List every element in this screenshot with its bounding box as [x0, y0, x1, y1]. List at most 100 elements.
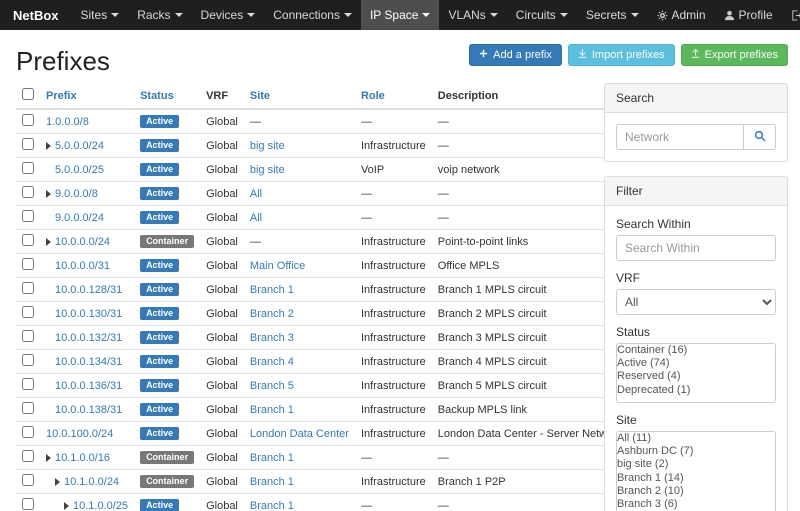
- row-checkbox[interactable]: [22, 282, 34, 294]
- prefix-link[interactable]: 10.0.0.136/31: [55, 380, 122, 392]
- description-cell: —: [432, 494, 629, 511]
- prefix-link[interactable]: 10.1.0.0/24: [64, 476, 119, 488]
- row-checkbox[interactable]: [22, 426, 34, 438]
- nav-item-circuits[interactable]: Circuits: [507, 0, 577, 30]
- site-link[interactable]: Branch 4: [250, 356, 294, 368]
- column-header-prefix[interactable]: Prefix: [46, 90, 77, 102]
- role-cell: Infrastructure: [355, 398, 432, 422]
- site-link[interactable]: Branch 1: [250, 476, 294, 488]
- table-row: 10.0.0.0/31 Active Global Main Office In…: [16, 254, 628, 278]
- nav-item-devices[interactable]: Devices: [192, 0, 265, 30]
- vrf-select[interactable]: All: [616, 289, 776, 315]
- role-cell: Infrastructure: [355, 422, 432, 446]
- select-all-checkbox[interactable]: [22, 88, 34, 100]
- site-option[interactable]: Ashburn DC (7): [617, 445, 775, 458]
- description-cell: voip network: [432, 158, 629, 182]
- row-checkbox[interactable]: [22, 210, 34, 222]
- site-option[interactable]: Branch 3 (6): [617, 498, 775, 511]
- site-link[interactable]: Branch 3: [250, 332, 294, 344]
- prefix-link[interactable]: 10.0.0.0/24: [55, 236, 110, 248]
- nav-item-profile[interactable]: Profile: [715, 0, 782, 30]
- prefix-link[interactable]: 10.0.0.134/31: [55, 356, 122, 368]
- nav-item-racks[interactable]: Racks: [128, 0, 191, 30]
- description-cell: London Data Center - Server Network: [432, 422, 629, 446]
- role-cell: VoIP: [355, 158, 432, 182]
- nav-item-vlans[interactable]: VLANs: [439, 0, 506, 30]
- row-checkbox[interactable]: [22, 186, 34, 198]
- prefix-link[interactable]: 9.0.0.0/24: [55, 212, 104, 224]
- site-link[interactable]: big site: [250, 164, 285, 176]
- prefix-link[interactable]: 10.1.0.0/25: [73, 500, 128, 511]
- import-prefixes-button[interactable]: Import prefixes: [568, 44, 675, 66]
- nav-item-admin[interactable]: Admin: [648, 0, 715, 30]
- prefix-link[interactable]: 10.0.0.138/31: [55, 404, 122, 416]
- status-filter-listbox[interactable]: Container (16) Active (74) Reserved (4) …: [616, 343, 776, 403]
- nav-item-secrets[interactable]: Secrets: [577, 0, 648, 30]
- prefix-link[interactable]: 10.1.0.0/16: [55, 452, 110, 464]
- search-input[interactable]: [616, 124, 744, 150]
- chevron-down-icon: [422, 13, 430, 17]
- row-checkbox[interactable]: [22, 474, 34, 486]
- site-option[interactable]: big site (2): [617, 458, 775, 471]
- row-checkbox[interactable]: [22, 306, 34, 318]
- chevron-down-icon: [247, 13, 255, 17]
- site-link[interactable]: Branch 5: [250, 380, 294, 392]
- add-prefix-button[interactable]: Add a prefix: [469, 44, 562, 66]
- row-checkbox[interactable]: [22, 258, 34, 270]
- status-option[interactable]: Container (16): [617, 344, 775, 357]
- site-link[interactable]: Branch 1: [250, 500, 294, 511]
- column-header-role[interactable]: Role: [361, 90, 385, 102]
- row-checkbox[interactable]: [22, 138, 34, 150]
- row-checkbox[interactable]: [22, 378, 34, 390]
- row-checkbox[interactable]: [22, 402, 34, 414]
- prefix-link[interactable]: 10.0.0.130/31: [55, 308, 122, 320]
- table-row: 9.0.0.0/8 Active Global All — —: [16, 182, 628, 206]
- site-link[interactable]: London Data Center: [250, 428, 349, 440]
- column-header-site[interactable]: Site: [250, 90, 270, 102]
- export-prefixes-button[interactable]: Export prefixes: [681, 44, 788, 66]
- row-checkbox[interactable]: [22, 114, 34, 126]
- row-checkbox[interactable]: [22, 234, 34, 246]
- nav-item-sites[interactable]: Sites: [72, 0, 129, 30]
- description-cell: Branch 2 MPLS circuit: [432, 302, 629, 326]
- site-filter-listbox[interactable]: All (11) Ashburn DC (7) big site (2) Bra…: [616, 431, 776, 511]
- nav-item-logout[interactable]: Log out: [782, 0, 800, 30]
- prefix-link[interactable]: 10.0.0.0/31: [55, 260, 110, 272]
- prefix-link[interactable]: 10.0.0.128/31: [55, 284, 122, 296]
- site-option[interactable]: All (11): [617, 432, 775, 445]
- prefix-link[interactable]: 9.0.0.0/8: [55, 188, 98, 200]
- prefix-link[interactable]: 10.0.0.132/31: [55, 332, 122, 344]
- site-link[interactable]: big site: [250, 140, 285, 152]
- status-option[interactable]: Active (74): [617, 357, 775, 370]
- row-checkbox[interactable]: [22, 498, 34, 510]
- nav-item-connections[interactable]: Connections: [264, 0, 361, 30]
- sidebar: Search Filter Search Within VRF: [604, 83, 788, 511]
- site-link[interactable]: Branch 1: [250, 284, 294, 296]
- row-checkbox[interactable]: [22, 450, 34, 462]
- column-header-status[interactable]: Status: [140, 90, 174, 102]
- prefix-link[interactable]: 10.0.100.0/24: [46, 428, 113, 440]
- site-link[interactable]: Branch 1: [250, 404, 294, 416]
- vrf-cell: Global: [200, 134, 244, 158]
- site-link[interactable]: All: [250, 188, 262, 200]
- search-within-input[interactable]: [616, 235, 776, 261]
- status-option[interactable]: Deprecated (1): [617, 384, 775, 397]
- prefix-link[interactable]: 1.0.0.0/8: [46, 116, 89, 128]
- prefix-link[interactable]: 5.0.0.0/25: [55, 164, 104, 176]
- prefix-link[interactable]: 5.0.0.0/24: [55, 140, 104, 152]
- site-link[interactable]: Main Office: [250, 260, 305, 272]
- row-checkbox[interactable]: [22, 162, 34, 174]
- row-checkbox[interactable]: [22, 354, 34, 366]
- row-checkbox[interactable]: [22, 330, 34, 342]
- search-button[interactable]: [744, 124, 776, 150]
- site-option[interactable]: Branch 2 (10): [617, 485, 775, 498]
- chevron-down-icon: [175, 13, 183, 17]
- site-link[interactable]: Branch 1: [250, 452, 294, 464]
- status-option[interactable]: Reserved (4): [617, 370, 775, 383]
- vrf-cell: Global: [200, 230, 244, 254]
- brand-link[interactable]: NetBox: [0, 0, 72, 30]
- site-option[interactable]: Branch 1 (14): [617, 472, 775, 485]
- site-link[interactable]: All: [250, 212, 262, 224]
- site-link[interactable]: Branch 2: [250, 308, 294, 320]
- nav-item-ip-space[interactable]: IP Space: [361, 0, 439, 30]
